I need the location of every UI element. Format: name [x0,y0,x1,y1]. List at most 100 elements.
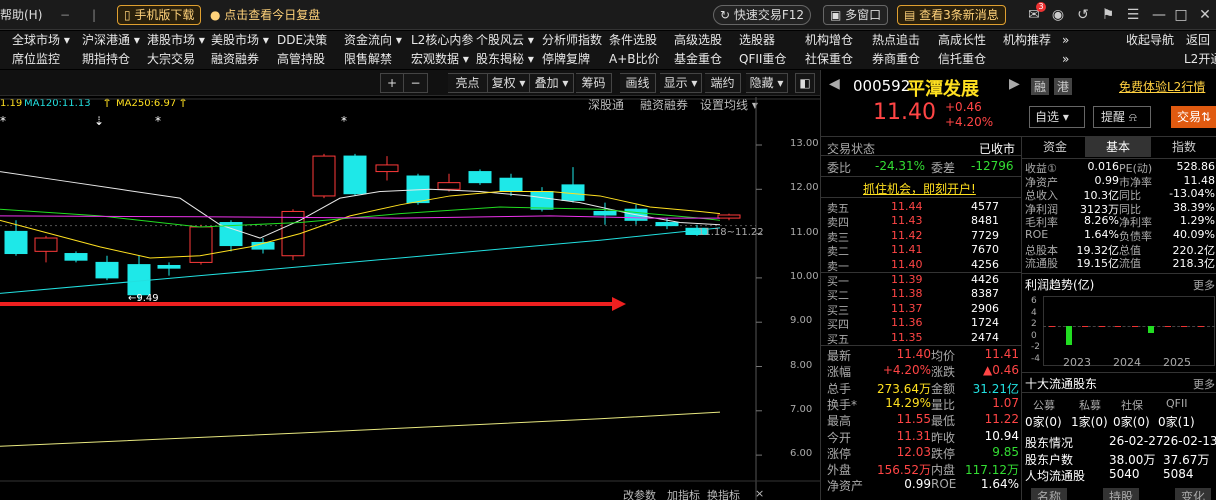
toolbar-button[interactable]: 端约 [705,73,741,93]
mobile-download-button[interactable]: ▯ 手机版下载 [117,5,202,25]
toolbar-button[interactable]: − [404,73,428,93]
fin-value: 40.09% [1173,228,1215,241]
nav-item[interactable]: 基金重仓 [674,50,722,69]
toolbar-button[interactable]: 显示 ▾ [660,73,702,93]
nav-item[interactable]: 机构推荐 [1003,31,1051,50]
nav-item[interactable]: 港股市场 ▾ [147,31,205,50]
minimize-icon[interactable]: — [1150,6,1168,24]
nav-item[interactable]: 美股市场 ▾ [211,31,269,50]
expand-icon[interactable]: ◧ [795,73,815,93]
holder-row-a: 38.00万 [1109,452,1156,467]
l2-trial-link[interactable]: 免费体验L2行情 [1119,78,1205,95]
tshirt-icon[interactable]: ⚑ [1099,6,1117,24]
close-icon[interactable]: × [755,487,764,500]
nav-item[interactable]: 股东揭秘 ▾ [476,50,534,69]
user-icon[interactable]: ◉ [1049,6,1067,24]
nav-item[interactable]: 期指持仓 [82,50,130,69]
nav-item[interactable]: 宏观数据 ▾ [411,50,469,69]
profit-bar [1049,326,1055,327]
help-menu[interactable]: 帮助(H) [0,0,42,30]
nav-item[interactable]: 席位监控 [12,50,60,69]
close-icon[interactable]: ✕ [1196,6,1214,24]
nav-item[interactable]: 返回 [1186,31,1210,50]
stat-value: 11.22 [984,412,1019,427]
review-label: 点击查看今日复盘 [224,8,321,22]
next-stock-icon[interactable]: ▶ [1009,76,1020,92]
fund-tab[interactable]: 资金 [1025,137,1085,157]
toolbar-button[interactable]: 隐藏 ▾ [746,73,788,93]
nav-item[interactable]: 个股风云 ▾ [476,31,534,50]
nav-item[interactable]: 条件选股 [609,31,657,50]
tab-change-params[interactable]: 改参数 [623,487,656,500]
nav-item[interactable]: » [1062,31,1069,50]
nav-item[interactable]: 分析师指数 [542,31,602,50]
watchlist-dropdown[interactable]: 自选 ▾ [1029,106,1085,128]
holder-row-a: 26-02-27 [1109,434,1164,448]
profit-bar [1098,326,1105,327]
nav-item[interactable]: 社保重仓 [805,50,853,69]
candle-body [189,226,213,263]
nav-item[interactable]: 热点追击 [872,31,920,50]
stat-label: 昨收 [931,430,956,445]
multi-window-button[interactable]: ▣ 多窗口 [823,5,889,25]
holder-type-value: 1家(0) [1071,415,1108,429]
fund-tab[interactable]: 基本 [1085,137,1151,157]
toolbar-button[interactable]: 叠加 ▾ [530,73,574,93]
toolbar-button[interactable]: 筹码 [576,73,612,93]
nav-item[interactable]: QFII重仓 [739,50,786,69]
nav-item[interactable]: 券商重仓 [872,50,920,69]
nav-item[interactable]: 停牌复牌 [542,50,590,69]
tab-switch-indicator[interactable]: 换指标 [707,487,740,500]
nav-item[interactable]: 选股器 [739,31,775,50]
holders-more-link[interactable]: 更多 [1193,376,1215,392]
holder-row-label: 股东户数 [1025,452,1074,467]
trade-button[interactable]: 交易⇅ [1171,106,1216,128]
stat-label: 净资产 [827,479,864,494]
tab-add-indicator[interactable]: 加指标 [667,487,700,500]
nav-item[interactable]: 机构增仓 [805,31,853,50]
nav-item[interactable]: 收起导航 [1126,31,1174,50]
toolbar-button[interactable]: 亮点 [448,73,488,93]
nav-item[interactable]: 高成长性 [938,31,986,50]
stock-name: 平潭发展 [907,79,979,100]
nav-item[interactable]: 高管持股 [277,50,325,69]
nav-item[interactable]: 资金流向 ▾ [344,31,402,50]
stat-value: 156.52万 [877,463,931,478]
nav-item[interactable]: 融资融券 [211,50,259,69]
nav-item[interactable]: 限售解禁 [344,50,392,69]
toolbar-button[interactable]: 画线 [620,73,656,93]
back-icon[interactable]: ↺ [1074,6,1092,24]
candle-body [127,264,151,296]
stat-label: 最低 [931,414,956,429]
fin-value: -13.04% [1169,187,1215,201]
skin-icon[interactable]: ☰ [1124,6,1142,24]
toolbar-button[interactable]: + [380,73,404,93]
nav-item[interactable]: » [1062,50,1069,69]
holder-row-label: 人均流通股 [1025,469,1086,483]
nav-item[interactable]: L2核心内参 [411,31,473,50]
nav-item[interactable]: 全球市场 ▾ [12,31,70,50]
toolbar-button[interactable]: 复权 ▾ [488,73,530,93]
stat-value: 11.40 [896,347,931,361]
open-account-promo[interactable]: 抓住机会，即刻开户! [863,180,976,197]
profit-bar [1065,326,1072,346]
news-button[interactable]: ▤ 查看3条新消息 [897,5,1006,25]
nav-item[interactable]: 信托重仓 [938,50,986,69]
weicha-label: 委差 [931,161,956,175]
sell-volume: 4577 [971,200,999,213]
nav-item[interactable]: A+B比价 [609,50,660,69]
nav-item[interactable]: 大宗交易 [147,50,195,69]
fund-tab[interactable]: 指数 [1151,137,1216,157]
alert-button[interactable]: 提醒 ⍾ [1093,106,1151,128]
kline-chart[interactable]: 1.19 MA120:11.13 ↑ MA250:6.97 ↑ 深股通 融资融券… [0,96,820,500]
nav-item[interactable]: L2开通 [1184,50,1216,69]
prev-stock-icon[interactable]: ◀ [829,76,840,92]
profit-more-link[interactable]: 更多 [1193,277,1215,293]
nav-item[interactable]: 高级选股 [674,31,722,50]
minus-icon[interactable]: − [60,0,70,30]
quick-trade-button[interactable]: ↻ 快速交易F12 [713,5,812,25]
maximize-icon[interactable]: □ [1172,6,1190,24]
nav-item[interactable]: 沪深港通 ▾ [82,31,140,50]
review-link[interactable]: ● 点击查看今日复盘 [210,0,320,30]
nav-item[interactable]: DDE决策 [277,31,327,50]
